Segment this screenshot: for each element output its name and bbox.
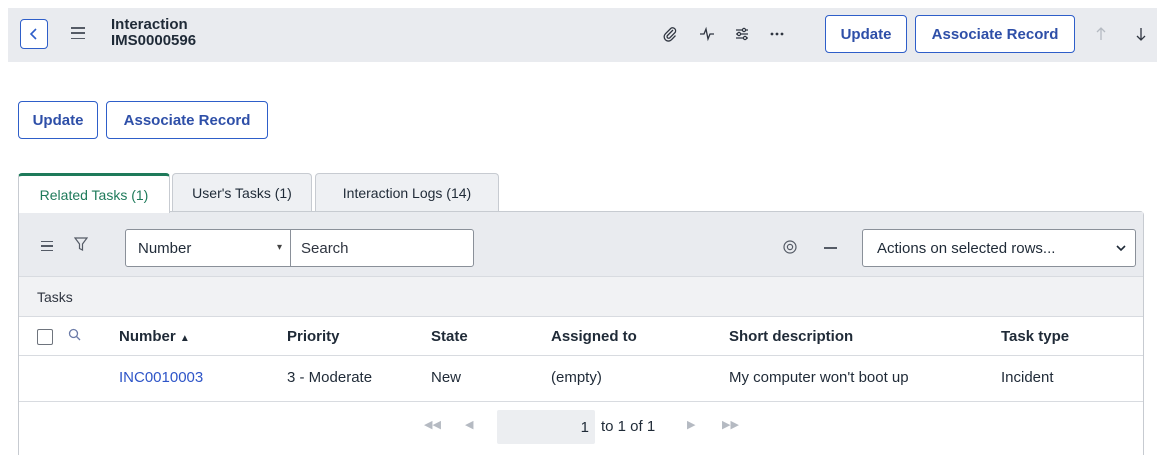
column-header-task-type[interactable]: Task type	[1001, 328, 1069, 345]
form-associate-record-button[interactable]: Associate Record	[106, 101, 268, 139]
tab-interaction-logs[interactable]: Interaction Logs (14)	[315, 173, 499, 212]
search-icon[interactable]	[68, 328, 81, 344]
paperclip-icon[interactable]	[660, 24, 680, 44]
form-update-button[interactable]: Update	[18, 101, 98, 139]
record-title: Interaction IMS0000596	[111, 17, 196, 49]
activity-icon[interactable]	[697, 24, 717, 44]
next-page-icon[interactable]: ▶	[687, 418, 695, 431]
sort-ascending-icon: ▲	[179, 333, 190, 344]
column-header-state[interactable]: State	[431, 328, 468, 345]
table-header: Number ▲ Priority State Assigned to Shor…	[19, 316, 1143, 356]
list-toolbar: Number ▾ Search Actions on selected rows…	[19, 212, 1143, 276]
page-number-input[interactable]: 1	[497, 410, 595, 444]
list-menu-icon[interactable]	[41, 241, 53, 251]
task-assigned-to: (empty)	[551, 369, 602, 386]
chevron-left-icon	[29, 28, 37, 40]
record-number: IMS0000596	[111, 32, 197, 49]
personalize-gear-icon[interactable]	[782, 239, 798, 258]
first-page-icon[interactable]: ◀◀	[424, 418, 441, 431]
chevron-down-icon	[1115, 240, 1127, 257]
collapse-icon[interactable]	[824, 247, 837, 249]
table-row: INC0010003 3 - Moderate New (empty) My c…	[19, 356, 1143, 402]
arrow-down-icon[interactable]	[1131, 24, 1151, 44]
task-short-description: My computer won't boot up	[729, 369, 909, 386]
caret-down-icon: ▾	[276, 242, 282, 253]
task-state: New	[431, 369, 462, 386]
column-header-number[interactable]: Number ▲	[119, 328, 190, 345]
record-header: Interaction IMS0000596 Update Associate …	[8, 8, 1157, 62]
back-button[interactable]	[20, 19, 48, 49]
column-header-assigned-to[interactable]: Assigned to	[551, 328, 637, 345]
hamburger-menu-icon[interactable]	[71, 27, 85, 39]
arrow-up-icon[interactable]	[1091, 24, 1111, 44]
pagination: ◀◀ ◀ 1 to 1 of 1 ▶ ▶▶	[19, 402, 1143, 452]
search-input[interactable]: Search	[290, 229, 474, 267]
actions-select-value: Actions on selected rows...	[877, 239, 1056, 257]
search-field-select[interactable]: Number ▾	[125, 229, 291, 267]
tab-users-tasks[interactable]: User's Tasks (1)	[172, 173, 312, 212]
search-field-value: Number	[138, 239, 192, 257]
task-type: Incident	[1001, 369, 1054, 386]
header-associate-record-button[interactable]: Associate Record	[915, 15, 1075, 53]
task-priority: 3 - Moderate	[287, 369, 373, 386]
column-header-short-description[interactable]: Short description	[729, 328, 853, 345]
related-list-panel: Number ▾ Search Actions on selected rows…	[18, 211, 1144, 455]
actions-select[interactable]: Actions on selected rows...	[862, 229, 1136, 267]
previous-page-icon[interactable]: ◀	[465, 418, 473, 431]
settings-sliders-icon[interactable]	[732, 24, 752, 44]
column-header-priority[interactable]: Priority	[287, 328, 340, 345]
page-title: Interaction	[111, 16, 188, 33]
table-title: Tasks	[19, 276, 1143, 316]
last-page-icon[interactable]: ▶▶	[722, 418, 739, 431]
more-icon[interactable]	[767, 24, 787, 44]
filter-icon[interactable]	[73, 237, 89, 255]
tab-related-tasks[interactable]: Related Tasks (1)	[18, 173, 170, 213]
task-number-link[interactable]: INC0010003	[119, 369, 203, 386]
select-all-checkbox[interactable]	[37, 329, 53, 345]
header-update-button[interactable]: Update	[825, 15, 907, 53]
page-range-text: to 1 of 1	[601, 418, 656, 435]
